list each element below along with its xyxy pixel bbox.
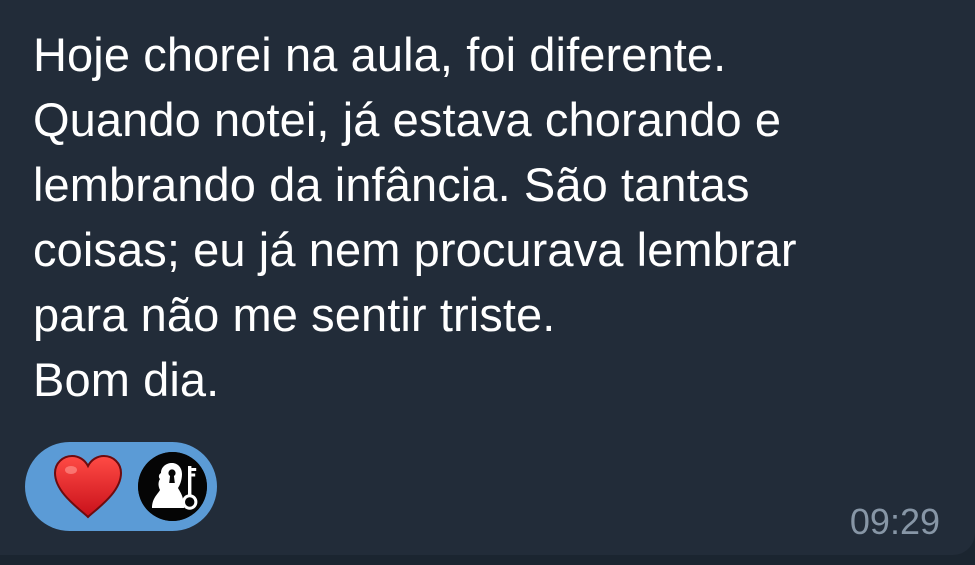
profile-silhouette-key-icon xyxy=(138,452,207,521)
red-heart-icon xyxy=(53,455,123,519)
message-bubble[interactable]: Hoje chorei na aula, foi diferente. Quan… xyxy=(0,0,975,555)
reaction-chip[interactable] xyxy=(25,442,217,531)
reactor-avatar[interactable] xyxy=(138,452,207,521)
message-text: Hoje chorei na aula, foi diferente. Quan… xyxy=(33,28,797,406)
message-timestamp: 09:29 xyxy=(849,501,940,542)
